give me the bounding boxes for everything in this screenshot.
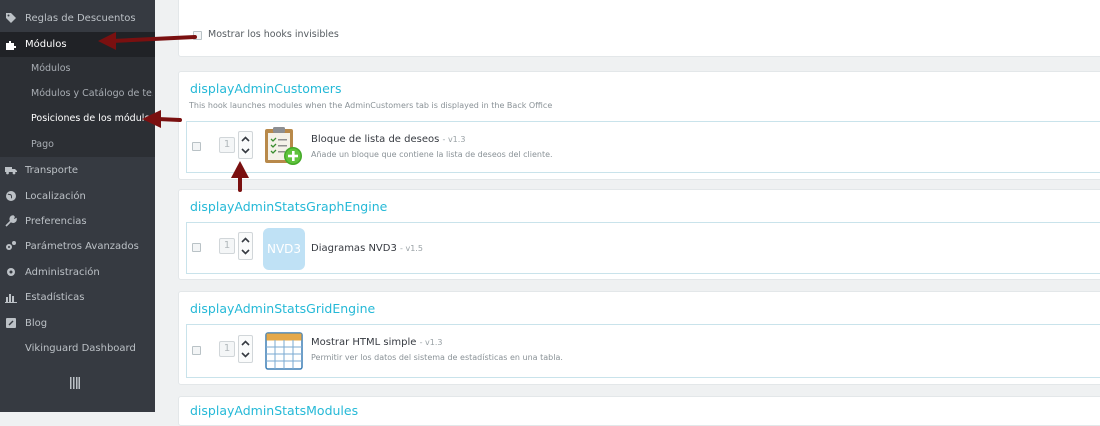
sidebar: Reglas de Descuentos Módulos Módulos Mód…: [0, 0, 155, 412]
module-description: Añade un bloque que contiene la lista de…: [311, 150, 553, 159]
move-up-icon: [241, 237, 250, 243]
collapse-icon[interactable]: [70, 377, 80, 389]
bar-chart-icon: [5, 291, 17, 303]
move-arrows[interactable]: [238, 335, 253, 363]
sidebar-item-label: Estadísticas: [25, 291, 85, 303]
module-description: Permitir ver los datos del sistema de es…: [311, 353, 563, 362]
hook-panel-display-admin-stats-grid-engine: displayAdminStatsGridEngine 1 Mostrar HT…: [178, 291, 1100, 385]
hook-panel-display-admin-customers: displayAdminCustomers This hook launches…: [178, 71, 1100, 180]
module-row-nvd3[interactable]: 1 NVD3 Diagramas NVD3 - v1.5: [186, 222, 1100, 274]
move-up-icon: [241, 340, 250, 346]
sidebar-item-preferences[interactable]: Preferencias: [0, 209, 155, 233]
sidebar-item-localization[interactable]: Localización: [0, 184, 155, 208]
sidebar-subitem-label: Módulos y Catálogo de te...: [31, 87, 153, 99]
hook-title: displayAdminStatsGraphEngine: [190, 199, 388, 214]
move-down-icon: [241, 148, 250, 154]
globe-icon: [5, 190, 17, 202]
sidebar-item-administration[interactable]: Administración: [0, 260, 155, 284]
cogs-icon: [5, 240, 17, 252]
sidebar-item-label: Reglas de Descuentos: [25, 12, 136, 24]
hook-panel-display-admin-stats-modules: displayAdminStatsModules: [178, 396, 1100, 426]
nvd3-logo-icon: NVD3: [263, 228, 305, 270]
module-name: Mostrar HTML simple - v1.3: [311, 337, 443, 348]
module-select-checkbox[interactable]: [192, 142, 201, 151]
module-row-wishlist[interactable]: 1 Bloque de lista de deseos - v1.3 Añade…: [186, 121, 1100, 173]
move-arrows[interactable]: [238, 232, 253, 260]
sidebar-item-vikinguard-dashboard[interactable]: Vikinguard Dashboard: [0, 336, 155, 360]
module-select-checkbox[interactable]: [192, 346, 201, 355]
sidebar-subitem-label: Pago: [31, 138, 54, 150]
move-down-icon: [241, 352, 250, 358]
sidebar-item-advanced-parameters[interactable]: Parámetros Avanzados: [0, 234, 155, 258]
truck-icon: [5, 164, 17, 176]
hook-title: displayAdminStatsModules: [190, 403, 359, 418]
sidebar-item-label: Transporte: [25, 164, 79, 176]
sidebar-item-label: Parámetros Avanzados: [25, 240, 139, 252]
sidebar-item-label: Administración: [25, 266, 100, 278]
module-version: - v1.3: [419, 338, 443, 347]
move-down-icon: [241, 249, 250, 255]
sidebar-item-label: Blog: [25, 317, 48, 329]
show-invisible-hooks-checkbox[interactable]: [193, 31, 202, 40]
module-name: Bloque de lista de deseos - v1.3: [311, 134, 466, 145]
edit-icon: [5, 317, 17, 329]
wishlist-clipboard-icon: [263, 126, 303, 166]
sidebar-subitem-label: Posiciones de los módulos: [31, 112, 153, 124]
wrench-icon: [5, 215, 17, 227]
module-version: - v1.3: [442, 135, 466, 144]
sidebar-item-modules[interactable]: Módulos: [0, 32, 155, 57]
sidebar-subitem-label: Módulos: [31, 62, 71, 74]
hook-title: displayAdminStatsGridEngine: [190, 301, 376, 316]
sidebar-item-discount-rules[interactable]: Reglas de Descuentos: [0, 6, 155, 30]
sidebar-subitem-module-positions[interactable]: Posiciones de los módulos: [31, 107, 153, 129]
sidebar-item-label: Localización: [25, 190, 86, 202]
hook-description: This hook launches modules when the Admi…: [189, 101, 553, 110]
module-name: Diagramas NVD3 - v1.5: [311, 243, 423, 254]
module-position-number: 1: [219, 137, 235, 153]
sidebar-item-label: Preferencias: [25, 215, 87, 227]
show-invisible-hooks-label: Mostrar los hooks invisibles: [208, 29, 339, 40]
sidebar-subitem-modules-catalog[interactable]: Módulos y Catálogo de te...: [31, 82, 153, 104]
sidebar-subitem-payment[interactable]: Pago: [31, 133, 153, 155]
hook-panel-display-admin-stats-graph-engine: displayAdminStatsGraphEngine 1 NVD3 Diag…: [178, 189, 1100, 280]
hooks-filter-panel: Mostrar los hooks invisibles: [178, 0, 1100, 57]
tag-icon: [5, 12, 17, 24]
module-select-checkbox[interactable]: [192, 243, 201, 252]
puzzle-icon: [5, 39, 17, 51]
gear-icon: [5, 266, 17, 278]
module-row-simple-html[interactable]: 1 Mostrar HTML simple - v1.3 Permitir ve…: [186, 324, 1100, 378]
hook-title: displayAdminCustomers: [190, 81, 342, 96]
module-position-number: 1: [219, 238, 235, 254]
sidebar-item-blog[interactable]: Blog: [0, 311, 155, 335]
sidebar-item-statistics[interactable]: Estadísticas: [0, 285, 155, 309]
move-arrows[interactable]: [238, 131, 253, 159]
module-position-number: 1: [219, 341, 235, 357]
sidebar-item-label: Módulos: [25, 39, 67, 50]
module-version: - v1.5: [400, 244, 423, 253]
move-up-icon: [241, 136, 250, 142]
sidebar-item-shipping[interactable]: Transporte: [0, 158, 155, 182]
sidebar-item-label: Vikinguard Dashboard: [25, 342, 136, 354]
table-grid-icon: [265, 332, 303, 370]
sidebar-subitem-modules[interactable]: Módulos: [31, 57, 153, 79]
